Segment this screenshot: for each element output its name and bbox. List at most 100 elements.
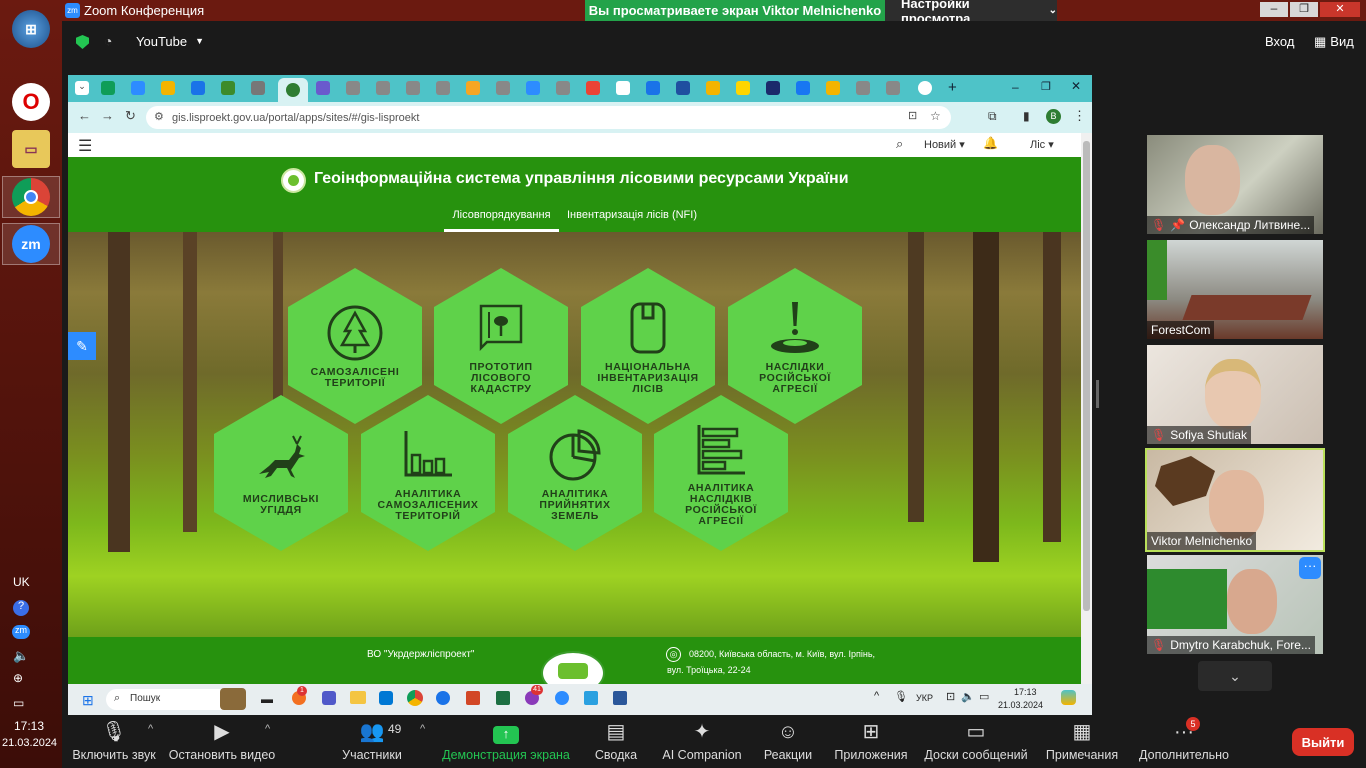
video-options-chevron-icon[interactable]: ^ xyxy=(265,723,270,735)
tab-icon[interactable] xyxy=(466,81,480,95)
tab-icon[interactable] xyxy=(616,81,630,95)
excel-icon[interactable] xyxy=(496,691,510,705)
tile-russian-aggression[interactable]: НАСЛІДКИ РОСІЙСЬКОЇ АГРЕСІЇ xyxy=(728,268,862,424)
zoom-icon[interactable]: zm xyxy=(12,225,50,263)
summary-button[interactable]: ▤ Сводка xyxy=(592,715,640,768)
view-button[interactable]: ▦ Вид xyxy=(1314,34,1354,50)
tab-icon[interactable] xyxy=(526,81,540,95)
tab-icon[interactable] xyxy=(826,81,840,95)
tab-icon[interactable] xyxy=(436,81,450,95)
network-tray-icon[interactable]: ⊡ xyxy=(946,690,955,703)
shield-icon[interactable] xyxy=(76,35,89,49)
zoom-taskbar-icon[interactable] xyxy=(555,691,569,705)
search-icon[interactable]: ⌕ xyxy=(896,136,903,152)
taskview-icon[interactable]: ▬ xyxy=(261,692,273,706)
notes-button[interactable]: ▦ Примечания xyxy=(1046,715,1118,768)
tab-icon[interactable] xyxy=(676,81,690,95)
video-tile[interactable]: 🎙 📌 Олександр Литвине... xyxy=(1147,135,1323,234)
share-screen-button[interactable]: ↑ Демонстрация экрана xyxy=(442,715,570,768)
zoom-tray-icon[interactable]: zm xyxy=(12,625,30,639)
opera-icon[interactable]: O xyxy=(12,83,50,121)
screen-icon[interactable]: ▭ xyxy=(13,696,24,710)
tab-icon[interactable] xyxy=(886,81,900,95)
tab-forest-inventory[interactable]: Інвентаризація лісів (NFI) xyxy=(562,206,702,232)
video-button[interactable]: ▶ Остановить видео xyxy=(169,715,276,768)
mute-button[interactable]: 🎙 Включить звук xyxy=(70,715,158,768)
powerpoint-icon[interactable] xyxy=(466,691,480,705)
site-info-icon[interactable]: ⚙ xyxy=(154,110,164,123)
windows-start-icon[interactable]: ⊞ xyxy=(82,692,94,709)
battery-tray-icon[interactable]: ▭ xyxy=(979,690,989,703)
tab-icon[interactable] xyxy=(161,81,175,95)
app-icon[interactable] xyxy=(584,691,598,705)
volume-icon[interactable]: 🔈 xyxy=(13,648,29,664)
tab-icon[interactable] xyxy=(796,81,810,95)
language-indicator[interactable]: UK xyxy=(13,575,30,589)
tab-icon[interactable] xyxy=(706,81,720,95)
tab-icon[interactable] xyxy=(406,81,420,95)
windows-start-icon[interactable]: ⊞ xyxy=(12,10,50,48)
tab-icon[interactable] xyxy=(736,81,750,95)
hamburger-menu-icon[interactable]: ☰ xyxy=(78,136,92,156)
chrome-taskbar-icon[interactable] xyxy=(407,690,423,706)
new-menu[interactable]: Новий ▾ xyxy=(924,138,965,151)
tab-icon[interactable] xyxy=(346,81,360,95)
widget-icon[interactable] xyxy=(220,688,246,710)
maximize-button[interactable]: ❐ xyxy=(1290,2,1318,17)
edge-icon[interactable] xyxy=(436,691,450,705)
tab-forest-management[interactable]: Лісовпорядкування xyxy=(444,206,559,232)
video-tile[interactable]: 🎙 Sofiya Shutiak xyxy=(1147,345,1323,444)
signal-icon[interactable]: ◔ xyxy=(104,33,112,49)
mic-tray-icon[interactable]: 🎙 xyxy=(894,690,908,703)
page-scrollbar[interactable] xyxy=(1081,133,1092,684)
tile-hunting-grounds[interactable]: МИСЛИВСЬКІ УГІДДЯ xyxy=(214,395,348,551)
enter-fullscreen-button[interactable]: Вход xyxy=(1265,34,1294,49)
volume-tray-icon[interactable]: 🔈 xyxy=(961,690,975,703)
video-tile[interactable]: ··· 🎙 Dmytro Karabchuk, Fore... xyxy=(1147,555,1323,654)
tile-national-inventory[interactable]: НАЦІОНАЛЬНА ІНВЕНТАРИЗАЦІЯ ЛІСІВ xyxy=(581,268,715,424)
view-options-dropdown[interactable]: Настройки просмотра ⌄ xyxy=(885,0,1057,26)
browser-close-button[interactable]: ✕ xyxy=(1071,79,1081,93)
tile-self-forested[interactable]: САМОЗАЛІСЕНІ ТЕРИТОРІЇ xyxy=(288,268,422,424)
browser-restore-button[interactable]: ❐ xyxy=(1041,80,1051,93)
new-tab-button[interactable]: + xyxy=(948,79,957,96)
app-icon[interactable] xyxy=(379,691,393,705)
tab-icon[interactable] xyxy=(101,81,115,95)
help-icon[interactable]: ? xyxy=(13,600,29,616)
network-icon[interactable]: ⊕ xyxy=(13,671,23,685)
ai-companion-button[interactable]: ✦ AI Companion xyxy=(662,715,742,768)
tile-aggression-analytics[interactable]: АНАЛІТИКА НАСЛІДКІВ РОСІЙСЬКОЇ АГРЕСІЇ xyxy=(654,395,788,551)
tab-icon[interactable] xyxy=(221,81,235,95)
panel-resize-handle[interactable] xyxy=(1096,380,1099,408)
address-bar[interactable]: ⚙ gis.lisproekt.gov.ua/portal/apps/sites… xyxy=(146,106,951,129)
tab-icon[interactable] xyxy=(131,81,145,95)
tab-icon[interactable] xyxy=(646,81,660,95)
back-icon[interactable]: ← xyxy=(78,108,91,123)
tab-icon[interactable] xyxy=(251,81,265,95)
minimize-button[interactable]: – xyxy=(1260,2,1288,17)
explorer-icon[interactable] xyxy=(350,691,366,704)
tile-accepted-lands-analytics[interactable]: АНАЛІТИКА ПРИЙНЯТИХ ЗЕМЕЛЬ xyxy=(508,395,642,551)
tab-icon[interactable] xyxy=(918,81,932,95)
apps-button[interactable]: ⊞ Приложения xyxy=(834,715,908,768)
teams-icon[interactable] xyxy=(322,691,336,705)
tile-self-forested-analytics[interactable]: АНАЛІТИКА САМОЗАЛІСЕНИХ ТЕРИТОРІЙ xyxy=(361,395,495,551)
tab-icon[interactable] xyxy=(316,81,330,95)
tile-forest-cadastre[interactable]: ПРОТОТИП ЛІСОВОГО КАДАСТРУ xyxy=(434,268,568,424)
browser-minimize-button[interactable]: – xyxy=(1012,80,1019,94)
word-icon[interactable] xyxy=(613,691,627,705)
video-tile[interactable]: ForestCom xyxy=(1147,240,1323,339)
browser-menu-icon[interactable]: ⋮ xyxy=(1073,108,1086,124)
scroll-down-button[interactable]: ⌄ xyxy=(1198,661,1272,691)
bell-icon[interactable]: 🔔 xyxy=(983,136,998,150)
language-tray[interactable]: УКР xyxy=(916,693,933,703)
extensions-icon[interactable]: ⧉ xyxy=(988,109,997,124)
video-tile-active-speaker[interactable]: Viktor Melnichenko xyxy=(1145,448,1325,552)
translate-icon[interactable]: ⊡ xyxy=(908,109,917,122)
chrome-icon[interactable] xyxy=(12,178,50,216)
profile-avatar[interactable]: В xyxy=(1046,109,1061,124)
tab-icon[interactable] xyxy=(376,81,390,95)
more-options-button[interactable]: ··· xyxy=(1299,557,1321,579)
tab-icon[interactable] xyxy=(766,81,780,95)
audio-options-chevron-icon[interactable]: ^ xyxy=(148,723,153,735)
